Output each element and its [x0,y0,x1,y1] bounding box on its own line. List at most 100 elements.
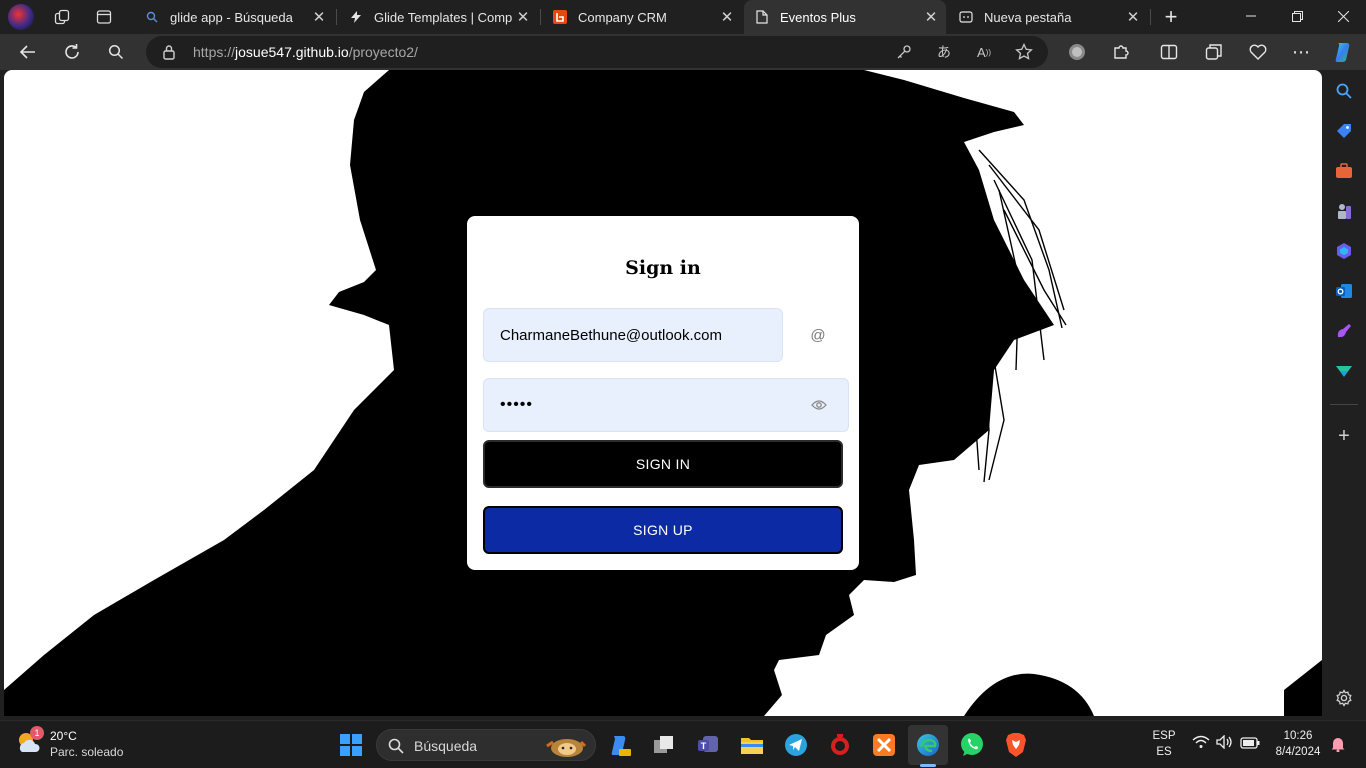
weather-temp: 20°C [50,729,77,743]
browser-essentials-icon[interactable] [1242,36,1274,68]
crm-app-icon [552,9,568,25]
weather-widget[interactable]: 1 [14,726,46,760]
xampp-icon[interactable] [868,729,900,761]
extension-circle-icon[interactable] [1061,36,1093,68]
close-window-icon[interactable] [1320,0,1366,32]
new-tab-page-icon [958,9,974,25]
profile-avatar[interactable] [8,4,34,30]
taskbar-search[interactable]: Búsqueda [376,729,596,761]
search-icon[interactable] [100,36,132,68]
games-chess-icon[interactable] [1330,197,1358,225]
tab-separator [540,9,541,25]
drop-icon[interactable] [1330,357,1358,385]
browser-toolbar: https://josue547.github.io/proyecto2/ あ … [0,34,1366,70]
tab-glide-search[interactable]: glide app - Búsqueda ✕ [134,4,334,30]
collections-icon[interactable] [1198,36,1230,68]
key-icon[interactable] [888,36,920,68]
volume-icon[interactable] [1216,734,1234,754]
page-viewport: Sign in @ SIGN IN SIGN UP [4,70,1322,716]
weather-badge: 1 [30,726,44,740]
shopping-tag-icon[interactable] [1330,117,1358,145]
refresh-icon[interactable] [56,36,88,68]
close-tab-icon[interactable]: ✕ [308,6,330,28]
clock-time[interactable]: 10:26 [1270,730,1326,742]
file-explorer-icon[interactable] [736,729,768,761]
read-aloud-icon[interactable]: A)) [968,36,1000,68]
keyboard-layout[interactable]: ES [1150,746,1178,758]
more-options-icon[interactable]: ⋯ [1285,36,1317,68]
language-code[interactable]: ESP [1150,730,1178,742]
tab-title: Glide Templates | Company [374,9,512,25]
windows-start-icon[interactable] [335,729,367,761]
translate-icon[interactable]: あ [928,36,960,68]
favorite-star-icon[interactable] [1008,36,1040,68]
extensions-puzzle-icon[interactable] [1105,36,1137,68]
add-sidebar-app-icon[interactable]: + [1330,422,1358,450]
tab-title: Nueva pestaña [984,9,1072,25]
close-tab-icon[interactable]: ✕ [920,6,942,28]
tab-new-tab[interactable]: Nueva pestaña ✕ [948,4,1148,30]
url-scheme: https:// [193,44,236,60]
workspaces-icon[interactable] [50,5,74,29]
url-text[interactable]: https://josue547.github.io/proyecto2/ [193,44,418,60]
battery-icon[interactable] [1240,736,1260,754]
email-field[interactable] [483,308,783,362]
address-bar[interactable]: https://josue547.github.io/proyecto2/ あ … [146,36,1048,68]
password-input[interactable] [500,379,800,431]
outlook-icon[interactable] [1330,277,1358,305]
tab-company-crm[interactable]: Company CRM ✕ [542,4,742,30]
tab-separator [1150,9,1151,25]
copilot-app-icon[interactable] [604,729,636,761]
teams-icon[interactable]: T [692,729,724,761]
clock-date[interactable]: 8/4/2024 [1270,746,1326,758]
active-app-indicator [920,764,936,767]
edge-browser-icon[interactable] [912,729,944,761]
close-tab-icon[interactable]: ✕ [512,6,534,28]
sign-up-button[interactable]: SIGN UP [483,506,843,554]
restore-icon[interactable] [1274,0,1320,32]
close-tab-icon[interactable]: ✕ [716,6,738,28]
page-title: Sign in [625,257,701,279]
wifi-icon[interactable] [1192,735,1210,754]
search-placeholder: Búsqueda [414,738,478,754]
password-field[interactable] [483,378,849,432]
back-arrow-icon[interactable] [12,36,44,68]
brave-browser-icon[interactable] [1000,729,1032,761]
minimize-icon[interactable] [1228,0,1274,32]
notification-bell-icon[interactable] [1330,736,1346,757]
sign-in-button[interactable]: SIGN IN [483,440,843,488]
tools-briefcase-icon[interactable] [1330,157,1358,185]
url-host: josue547.github.io [235,44,349,60]
page-icon [754,9,770,25]
tab-eventos-plus[interactable]: Eventos Plus ✕ [744,0,946,34]
tab-title: glide app - Búsqueda [170,9,293,25]
new-tab-plus-icon[interactable]: + [1158,4,1184,30]
designer-icon[interactable] [1330,317,1358,345]
settings-gear-icon[interactable] [1330,684,1358,712]
tab-title: Eventos Plus [780,9,856,25]
clock-app-icon[interactable] [824,729,856,761]
search-icon[interactable] [1330,77,1358,105]
tab-glide-templates[interactable]: Glide Templates | Company ✕ [338,4,538,30]
close-tab-icon[interactable]: ✕ [1122,6,1144,28]
copilot-icon[interactable] [1328,36,1360,68]
lock-icon[interactable] [162,44,176,65]
tab-title: Company CRM [578,9,667,25]
svg-text:T: T [701,741,707,751]
task-view-icon[interactable] [648,729,680,761]
edge-sidebar: + [1322,70,1366,718]
url-path: /proyecto2/ [348,44,418,60]
glide-logo-icon [348,9,364,25]
search-icon [144,9,160,25]
telegram-icon[interactable] [780,729,812,761]
tab-actions-icon[interactable] [92,5,116,29]
eye-icon[interactable] [810,396,828,414]
at-sign-icon: @ [810,326,826,344]
microsoft-365-icon[interactable] [1330,237,1358,265]
whatsapp-icon[interactable] [956,729,988,761]
sidebar-divider [1330,404,1358,405]
windows-taskbar: 1 20°C Parc. soleado Búsqueda T ESP ES 1… [0,720,1366,768]
search-icon [388,738,404,759]
email-input[interactable] [500,309,770,361]
split-screen-icon[interactable] [1153,36,1185,68]
